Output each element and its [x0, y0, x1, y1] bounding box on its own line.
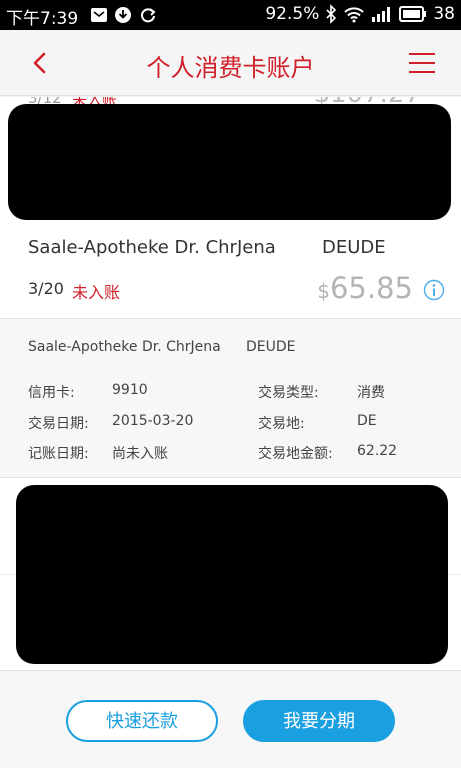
battery-percent: 92.5% — [265, 4, 320, 24]
type-label: 交易类型: — [258, 385, 319, 401]
installment-button[interactable]: 我要分期 — [243, 700, 395, 742]
local-amount-label: 交易地金额: — [258, 446, 333, 462]
download-icon — [115, 7, 131, 23]
status-bar: 下午7:39 92.5% 38 — [0, 0, 461, 30]
quick-repay-button[interactable]: 快速还款 — [66, 700, 218, 742]
merchant-country: DEUDE — [322, 237, 386, 258]
bottom-action-bar: 快速还款 我要分期 — [0, 670, 461, 768]
txn-date-value: 2015-03-20 — [112, 413, 194, 429]
redacted-block — [8, 104, 451, 220]
location-label: 交易地: — [258, 416, 305, 432]
sync-icon — [141, 8, 156, 23]
local-amount-value: 62.22 — [357, 443, 398, 459]
card-value: 9910 — [112, 382, 148, 398]
redacted-block — [16, 485, 448, 664]
merchant-name: Saale-Apotheke Dr. ChrJena — [28, 237, 276, 258]
battery-level: 38 — [433, 4, 455, 24]
list-item[interactable]: Saale-Apotheke Dr. ChrJena DEUDE 3/20 未入… — [0, 223, 461, 318]
wifi-icon — [344, 7, 365, 23]
txn-date-label: 交易日期: — [28, 416, 89, 432]
message-icon — [91, 8, 107, 22]
post-date-label: 记账日期: — [28, 446, 89, 462]
detail-country: DEUDE — [246, 339, 296, 355]
post-date-value: 尚未入账 — [112, 446, 168, 462]
status-right: 92.5% 38 — [265, 4, 455, 24]
battery-icon — [399, 6, 427, 22]
currency-symbol: $ — [317, 279, 330, 303]
detail-merchant: Saale-Apotheke Dr. ChrJena — [28, 339, 221, 355]
transaction-date: 3/20 — [28, 279, 64, 298]
signal-icon — [372, 7, 391, 22]
nav-bar: 个人消费卡账户 — [0, 30, 461, 96]
location-value: DE — [357, 413, 377, 429]
type-value: 消费 — [357, 385, 385, 401]
transaction-status: 未入账 — [72, 283, 121, 302]
page-title: 个人消费卡账户 — [146, 54, 315, 82]
transaction-amount: $65.85 — [317, 271, 413, 305]
info-icon[interactable] — [423, 279, 445, 301]
transaction-detail: Saale-Apotheke Dr. ChrJena DEUDE 信用卡: 99… — [0, 318, 461, 478]
status-time: 下午7:39 — [6, 9, 79, 29]
bluetooth-icon — [326, 4, 337, 24]
transaction-list[interactable]: 3/12 未入账 $107.27 Saale-Apotheke Dr. ChrJ… — [0, 97, 461, 670]
card-label: 信用卡: — [28, 385, 75, 401]
amount-value: 65.85 — [329, 271, 413, 305]
menu-icon[interactable] — [409, 52, 435, 74]
